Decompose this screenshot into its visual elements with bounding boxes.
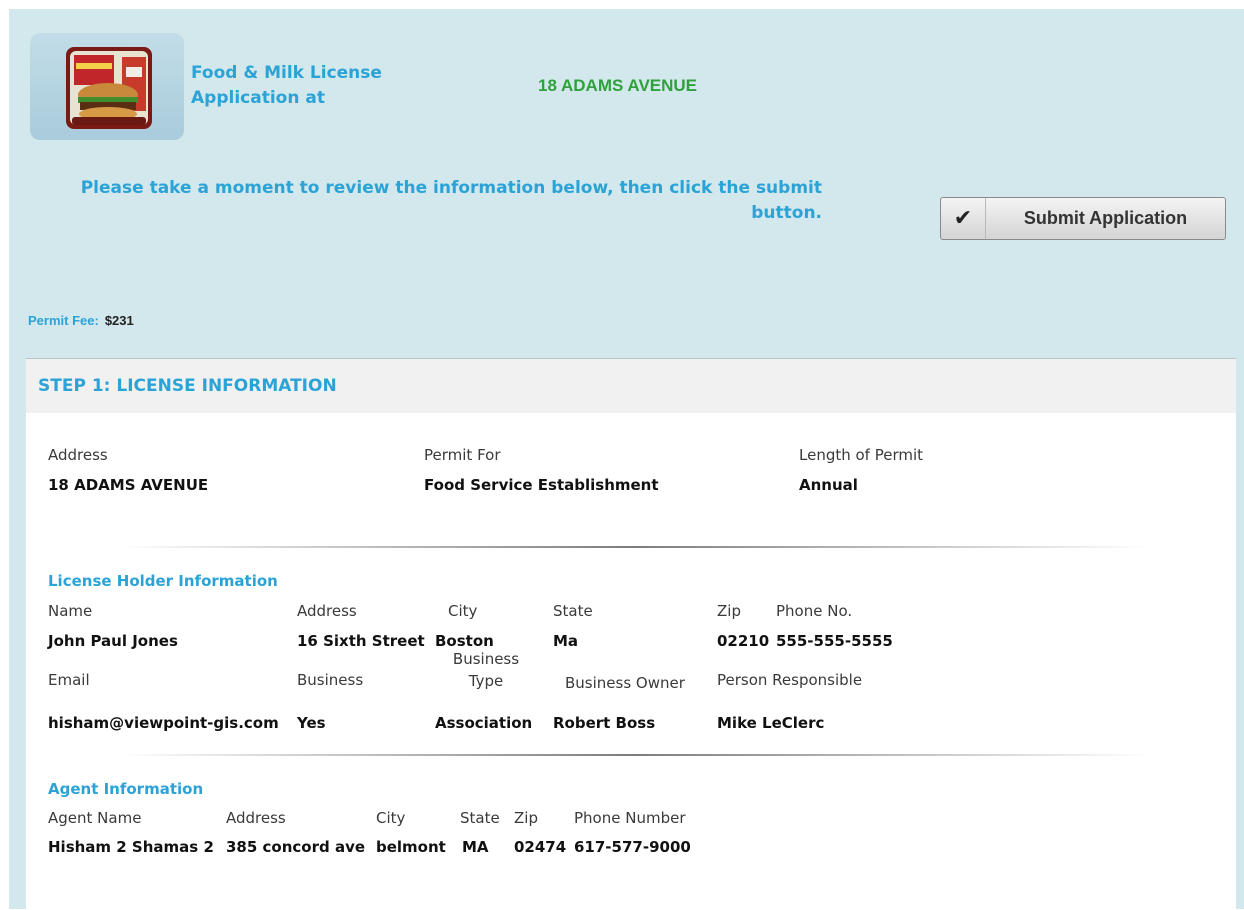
agent-phone-value: 617-577-9000	[574, 838, 691, 856]
person-responsible-value: Mike LeClerc	[717, 714, 825, 732]
holder-state-value: Ma	[553, 632, 579, 650]
holder-state-label: State	[553, 602, 593, 620]
agent-state-value: MA	[462, 838, 489, 856]
holder-phone-value: 555-555-5555	[776, 632, 893, 650]
agent-city-value: belmont	[376, 838, 446, 856]
holder-name-value: John Paul Jones	[48, 632, 178, 650]
submit-application-button[interactable]: ✔ Submit Application	[940, 197, 1226, 240]
permit-for-label: Permit For	[424, 446, 501, 464]
holder-address-value: 16 Sixth Street	[297, 632, 425, 650]
holder-phone-label: Phone No.	[776, 602, 853, 620]
business-type-value: Association	[435, 714, 533, 732]
holder-name-label: Name	[48, 602, 93, 620]
holder-email-label: Email	[48, 671, 90, 689]
burger-icon	[30, 33, 184, 140]
business-value: Yes	[297, 714, 326, 732]
business-owner-label: Business Owner	[565, 674, 685, 692]
holder-zip-value: 02210	[717, 632, 770, 650]
application-page: Food & Milk License Application at 18 AD…	[9, 9, 1244, 910]
agent-zip-label: Zip	[514, 809, 538, 827]
agent-name-label: Agent Name	[48, 809, 142, 827]
holder-city-label: City	[448, 602, 478, 620]
application-address: 18 ADAMS AVENUE	[538, 76, 698, 95]
review-instructions: Please take a moment to review the infor…	[80, 178, 822, 223]
checkmark-icon: ✔	[941, 198, 986, 239]
permit-fee: Permit Fee: $231	[28, 313, 134, 328]
business-type-label: Business Type	[452, 650, 520, 690]
agent-city-label: City	[376, 809, 406, 827]
business-label: Business	[297, 671, 364, 689]
business-owner-value: Robert Boss	[553, 714, 656, 732]
person-responsible-label: Person Responsible	[717, 671, 863, 689]
application-title: Food & Milk License Application at	[191, 63, 382, 108]
permit-fee-value: $231	[104, 313, 134, 328]
license-holder-section-title: License Holder Information	[48, 572, 278, 590]
step1-title: STEP 1: LICENSE INFORMATION	[26, 359, 1236, 413]
divider	[118, 754, 1148, 756]
submit-application-label: Submit Application	[1023, 208, 1188, 228]
holder-zip-label: Zip	[717, 602, 741, 620]
agent-address-label: Address	[226, 809, 286, 827]
agent-address-value: 385 concord ave	[226, 838, 366, 856]
agent-zip-value: 02474	[514, 838, 567, 856]
agent-phone-label: Phone Number	[574, 809, 686, 827]
length-of-permit-label: Length of Permit	[799, 446, 924, 464]
agent-section-title: Agent Information	[48, 780, 204, 798]
agent-name-value: Hisham 2 Shamas 2	[48, 838, 214, 856]
holder-email-value: hisham@viewpoint-gis.com	[48, 714, 279, 732]
agent-state-label: State	[460, 809, 500, 827]
step1-panel: STEP 1: LICENSE INFORMATION Address 18 A…	[26, 358, 1236, 910]
length-of-permit-value: Annual	[799, 476, 858, 494]
license-address-label: Address	[48, 446, 108, 464]
holder-address-label: Address	[297, 602, 357, 620]
permit-for-value: Food Service Establishment	[424, 476, 659, 494]
permit-fee-label: Permit Fee:	[28, 313, 99, 328]
license-address-value: 18 ADAMS AVENUE	[48, 476, 209, 494]
divider	[118, 546, 1148, 548]
